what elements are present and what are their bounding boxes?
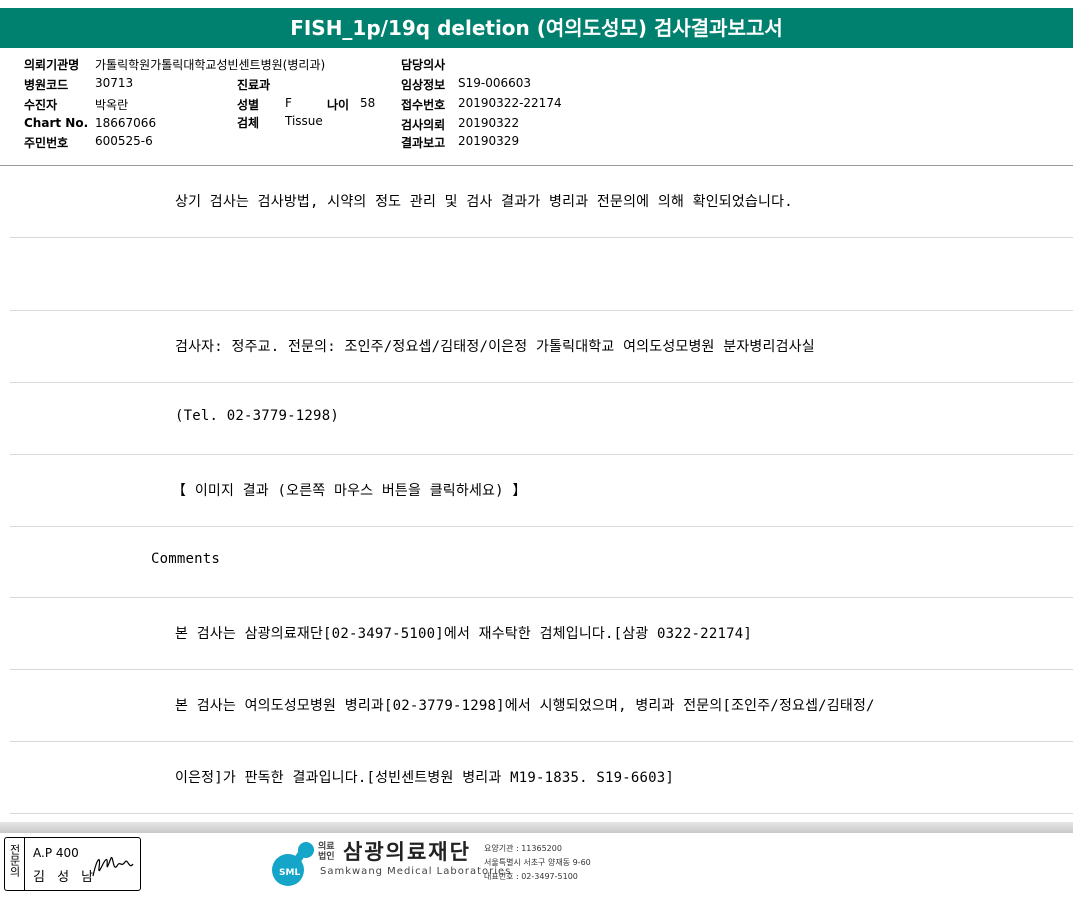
sex-value: F [285, 96, 292, 110]
patient-label: 수진자 [24, 98, 58, 112]
report-header: 의뢰기관명 가톨릭학원가톨릭대학교성빈센트병원(병리과) 병원코드 30713 … [0, 48, 1073, 166]
image-result-link[interactable]: 【 이미지 결과 (오른쪽 마우스 버튼을 클릭하세요) 】 [172, 480, 527, 500]
body-row: 이은정]가 판독한 결과입니다.[성빈센트병원 병리과 M19-1835. S1… [10, 741, 1073, 814]
org-phone: 대표번호 : 02-3497-5100 [484, 872, 578, 881]
body-line: (Tel. 02-3779-1298) [175, 408, 339, 424]
hospital-code-label: 병원코드 [24, 78, 69, 92]
body-line: 본 검사는 삼광의료재단[02-3497-5100]에서 재수탁한 검체입니다.… [175, 626, 752, 642]
comments-heading: Comments [151, 551, 221, 567]
sml-logo: SML [270, 838, 318, 892]
sex-label: 성별 [237, 98, 260, 112]
bottom-divider [0, 822, 1073, 833]
signature-scribble [92, 856, 134, 877]
body-line: 상기 검사는 검사방법, 시약의 정도 관리 및 검사 결과가 병리과 전문의에… [175, 194, 793, 210]
age-value: 58 [360, 96, 376, 110]
ssn-value: 600525-6 [95, 134, 153, 148]
body-line: 검사자: 정주교. 전문의: 조인주/정요셉/김태정/이은정 가톨릭대학교 여의… [175, 339, 815, 355]
clinical-label: 임상정보 [401, 78, 446, 92]
chart-label: Chart No. [24, 116, 89, 130]
specialist-label: 전문의 [5, 838, 25, 890]
chart-value: 18667066 [95, 116, 157, 130]
top-strip [0, 0, 1073, 8]
license-number: A.P 400 [33, 846, 79, 860]
specialist-name: 김 성 남 [33, 870, 98, 885]
patient-value: 박옥란 [95, 98, 129, 112]
org-code: 요양기관 : 11365200 [484, 844, 562, 853]
org-info: 요양기관 : 11365200 서울특별시 서초구 양재동 9-60 대표번호 … [484, 842, 591, 884]
receipt-value: 20190322-22174 [458, 96, 562, 110]
org-address: 서울특별시 서초구 양재동 9-60 [484, 858, 591, 867]
body-row: 본 검사는 삼광의료재단[02-3497-5100]에서 재수탁한 검체입니다.… [10, 597, 1073, 670]
body-row: 검사자: 정주교. 전문의: 조인주/정요셉/김태정/이은정 가톨릭대학교 여의… [10, 310, 1073, 383]
dept-label: 진료과 [237, 78, 271, 92]
request-value: 20190322 [458, 116, 520, 130]
specialist-signature-box: 전문의 A.P 400 김 성 남 [4, 837, 141, 891]
report-date-value: 20190329 [458, 134, 520, 148]
body-line: 이은정]가 판독한 결과입니다.[성빈센트병원 병리과 M19-1835. S1… [175, 770, 675, 786]
institution-label: 의뢰기관명 [24, 58, 80, 72]
body-row: 본 검사는 여의도성모병원 병리과[02-3779-1298]에서 시행되었으며… [10, 669, 1073, 742]
body-line: 본 검사는 여의도성모병원 병리과[02-3779-1298]에서 시행되었으며… [175, 698, 875, 714]
org-type-label: 의료 법인 [318, 842, 335, 862]
svg-text:SML: SML [279, 868, 300, 878]
report-date-label: 결과보고 [401, 136, 446, 150]
body-row: (Tel. 02-3779-1298) [10, 382, 1073, 455]
report-title: FISH_1p/19q deletion (여의도성모) 검사결과보고서 [0, 8, 1073, 48]
specimen-value: Tissue [285, 114, 323, 128]
institution-value: 가톨릭학원가톨릭대학교성빈센트병원(병리과) [95, 58, 326, 72]
ssn-label: 주민번호 [24, 136, 69, 150]
receipt-label: 접수번호 [401, 98, 446, 112]
body-row [10, 238, 1073, 311]
hospital-code-value: 30713 [95, 76, 134, 90]
body-row: Comments [10, 525, 1073, 598]
age-label: 나이 [327, 98, 350, 112]
report-body: 상기 검사는 검사방법, 시약의 정도 관리 및 검사 결과가 병리과 전문의에… [0, 165, 1073, 833]
org-name: 삼광의료재단 [343, 840, 471, 864]
specimen-label: 검체 [237, 116, 260, 130]
clinical-value: S19-006603 [458, 76, 532, 90]
org-english-name: Samkwang Medical Laboratories [320, 866, 512, 877]
body-row: 상기 검사는 검사방법, 시약의 정도 관리 및 검사 결과가 병리과 전문의에… [10, 165, 1073, 238]
request-label: 검사의뢰 [401, 118, 446, 132]
doctor-label: 담당의사 [401, 58, 446, 72]
body-row[interactable]: 【 이미지 결과 (오른쪽 마우스 버튼을 클릭하세요) 】 [10, 454, 1073, 527]
